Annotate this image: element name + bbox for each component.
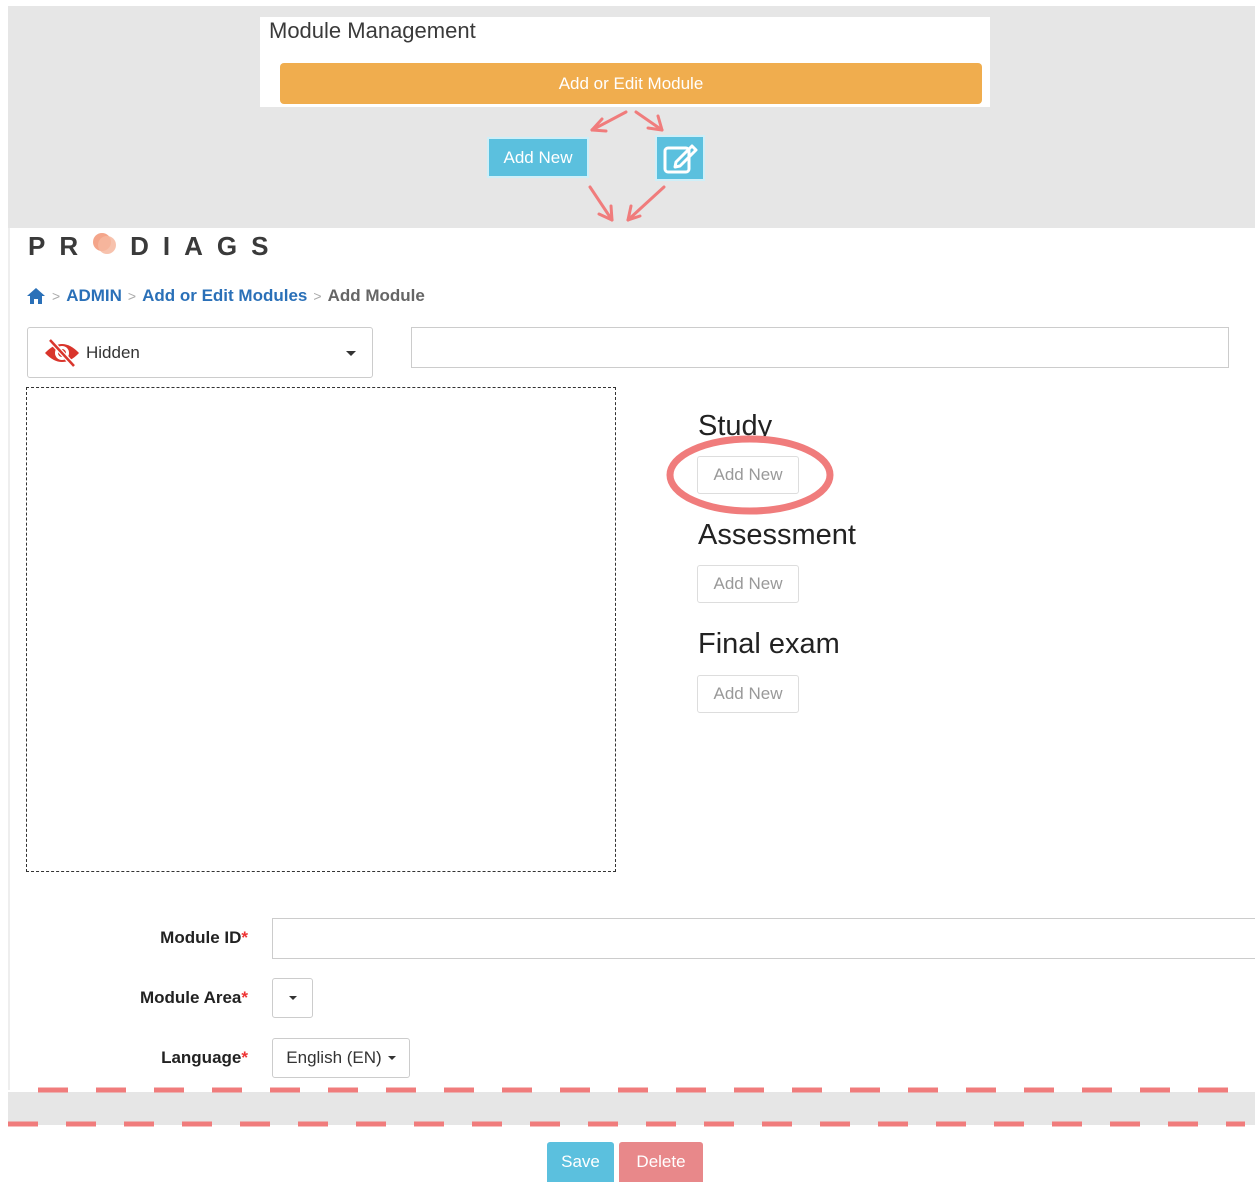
breadcrumb: > ADMIN > Add or Edit Modules > Add Modu… [26,286,425,306]
visibility-select[interactable]: Hidden [27,327,373,378]
assessment-title: Assessment [698,519,856,551]
module-id-label-text: Module ID [160,928,242,947]
breadcrumb-separator: > [52,288,61,304]
required-mark: * [241,1048,248,1067]
module-area-label-text: Module Area [139,988,242,1007]
breadcrumb-separator: > [127,288,137,304]
module-id-label: Module ID* [8,928,248,948]
hidden-eye-icon [45,337,79,368]
save-button[interactable]: Save [547,1142,614,1182]
chevron-down-icon [288,996,297,1000]
module-area-label: Module Area* [8,988,248,1008]
final-exam-add-new-button[interactable]: Add New [697,675,799,713]
chevron-down-icon [346,351,356,356]
language-label-text: Language [161,1048,242,1067]
required-mark: * [241,928,248,947]
annotation-circle [666,435,834,515]
module-id-input[interactable] [272,918,1255,959]
breadcrumb-separator: > [313,288,322,304]
prodiags-logo: PR DIAGS [28,231,282,262]
module-area-dropdown[interactable] [272,978,313,1018]
breadcrumb-current: Add Module [327,286,425,305]
delete-button[interactable]: Delete [619,1142,703,1182]
logo-dot-icon [92,231,117,255]
module-content-dropzone[interactable] [26,387,616,872]
home-icon[interactable] [26,287,46,305]
chevron-down-icon [387,1056,396,1060]
annotation-arrows [588,110,666,222]
module-title-input[interactable] [411,327,1229,368]
breadcrumb-add-or-edit-modules[interactable]: Add or Edit Modules [142,286,307,306]
required-mark: * [241,988,248,1007]
language-dropdown[interactable]: English (EN) [272,1038,410,1078]
visibility-value: Hidden [86,342,140,362]
assessment-add-new-button[interactable]: Add New [697,565,799,603]
final-exam-title: Final exam [698,628,840,660]
annotation-dashed-lines [8,1087,1245,1127]
breadcrumb-admin[interactable]: ADMIN [66,286,122,306]
logo-text-right: DIAGS [130,231,283,261]
language-label: Language* [8,1048,248,1068]
language-value: English (EN) [286,1048,382,1067]
logo-text-left: PR [28,231,93,261]
